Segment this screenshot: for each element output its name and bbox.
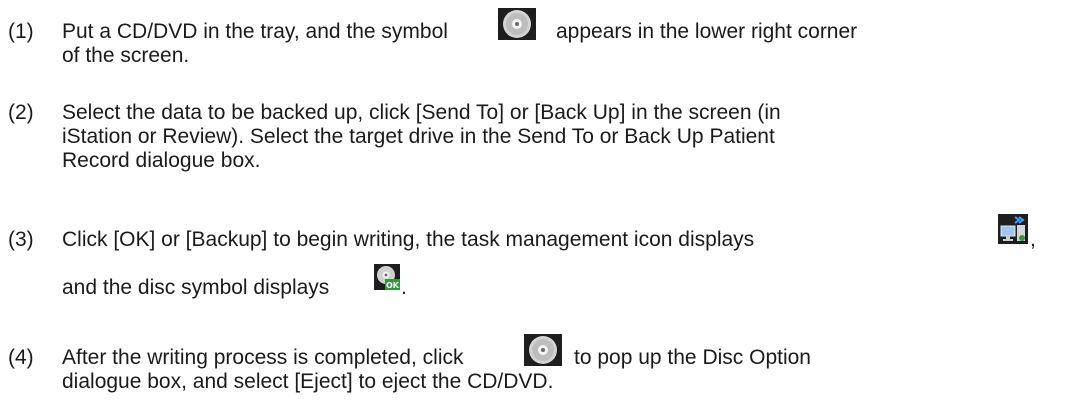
step-1-line-2: of the screen. [62,44,190,67]
step-number: (1) [8,20,34,43]
instruction-document: (1) Put a CD/DVD in the tray, and the sy… [0,0,1073,418]
disc-icon [498,8,536,40]
step-3-line-2a: and the disc symbol displays [62,276,330,299]
step-4-line-1b: to pop up the Disc Option [574,346,811,369]
step-4-line-2: dialogue box, and select [Eject] to ejec… [62,370,554,393]
ok-badge-text: OK [386,281,400,290]
step-1-line-1b: appears in the lower right corner [556,20,858,43]
disc-icon [524,334,562,366]
step-number: (3) [8,228,34,251]
step-3-line-2b: . [401,276,407,299]
step-2-line-1: Select the data to be backed up, click [… [62,101,781,124]
step-2-line-2: iStation or Review). Select the target d… [62,125,775,148]
step-number: (2) [8,101,34,124]
step-3-line-1a: Click [OK] or [Backup] to begin writing,… [62,228,755,251]
step-1-line-1a: Put a CD/DVD in the tray, and the symbol [62,20,448,43]
step-number: (4) [8,346,34,369]
step-4-line-1a: After the writing process is completed, … [62,346,464,369]
step-2-line-3: Record dialogue box. [62,149,261,172]
disc-ok-icon: OK [374,264,400,290]
task-management-icon [998,214,1028,244]
step-3-line-1b: , [1030,228,1036,251]
